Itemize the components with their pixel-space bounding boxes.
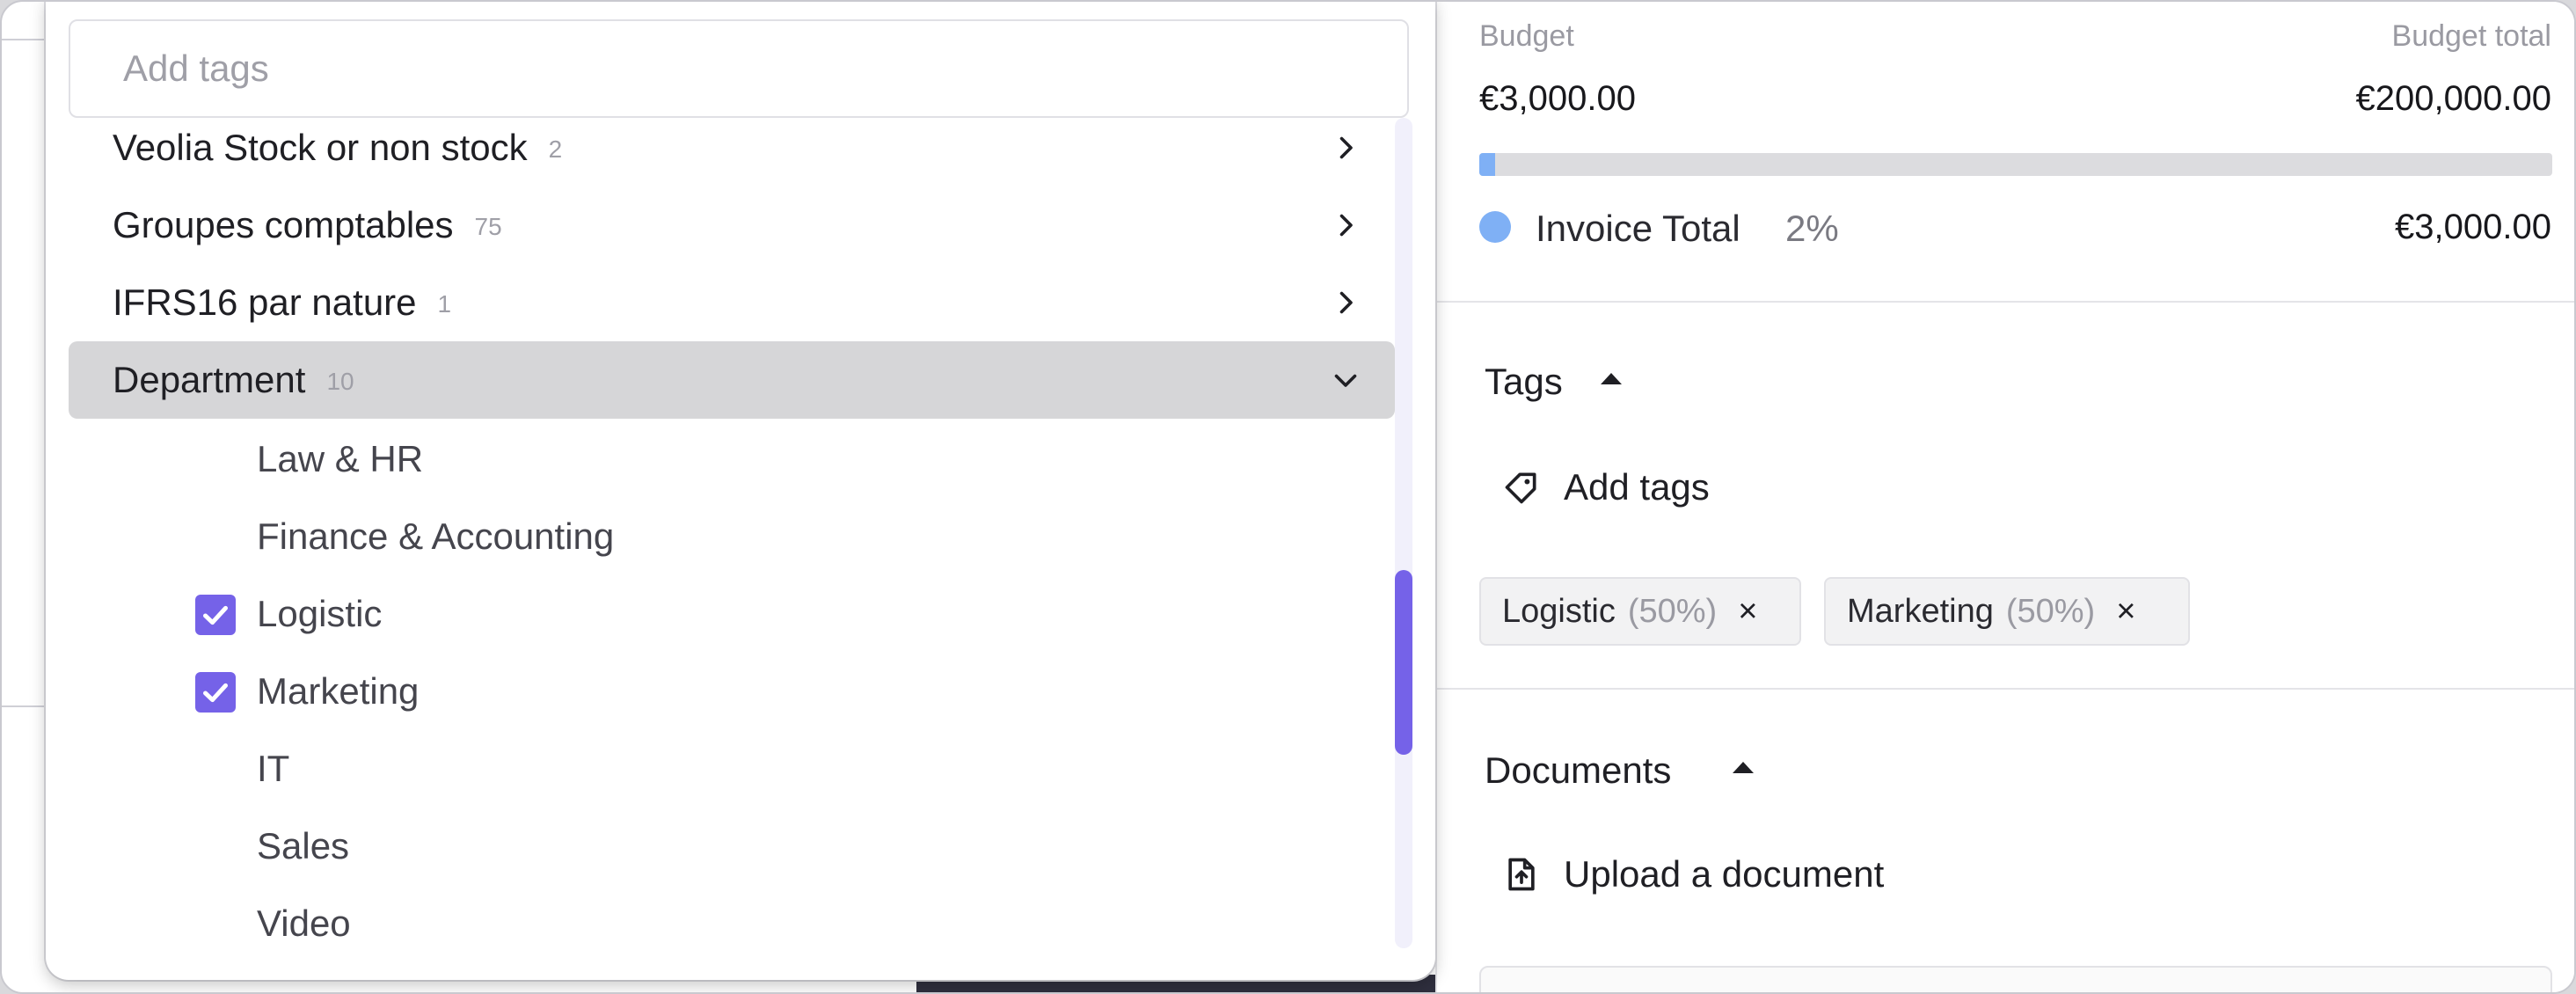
- document-card[interactable]: [1479, 966, 2552, 992]
- tag-option-label: IT: [257, 748, 290, 789]
- tag-chip-name: Logistic: [1502, 592, 1616, 630]
- tag-category-count: 10: [326, 368, 354, 395]
- tag-chip-name: Marketing: [1847, 592, 1994, 630]
- tag-option-finance-accounting[interactable]: Finance & Accounting: [69, 500, 1395, 574]
- tag-category-veolia-stock[interactable]: Veolia Stock or non stock 2: [69, 109, 1395, 186]
- app-window: Budget Budget total €3,000.00 €200,000.0…: [0, 0, 2576, 994]
- tag-option-it[interactable]: IT: [69, 732, 1395, 806]
- tag-option-marketing[interactable]: Marketing: [69, 654, 1395, 728]
- tag-chip-logistic: Logistic (50%) ×: [1479, 577, 1801, 646]
- tag-category-count: 1: [437, 290, 452, 318]
- invoice-total-amount: €3,000.00: [2395, 208, 2551, 246]
- add-tags-button[interactable]: Add tags: [1502, 463, 1710, 512]
- caret-up-icon: [1733, 762, 1754, 773]
- documents-section-header[interactable]: Documents: [1437, 742, 1877, 804]
- checkbox-checked-icon[interactable]: [195, 672, 236, 713]
- tag-category-label: Veolia Stock or non stock: [113, 127, 528, 168]
- tag-option-label: Finance & Accounting: [257, 515, 615, 557]
- tag-category-count: 2: [548, 135, 563, 163]
- documents-section-title: Documents: [1485, 749, 1672, 791]
- budget-total-value: €200,000.00: [2355, 79, 2551, 118]
- invoice-details-panel: Budget Budget total €3,000.00 €200,000.0…: [1435, 2, 2574, 992]
- tag-option-label: Video: [257, 903, 351, 944]
- add-tags-label: Add tags: [1564, 466, 1710, 508]
- remove-tag-icon[interactable]: ×: [1738, 595, 1757, 628]
- budget-total-label: Budget total: [2391, 19, 2551, 53]
- upload-document-button[interactable]: Upload a document: [1502, 850, 1884, 899]
- tag-option-sales[interactable]: Sales: [69, 809, 1395, 883]
- section-divider: [1437, 688, 2574, 690]
- budget-value: €3,000.00: [1479, 79, 1636, 118]
- chevron-right-icon: [1339, 214, 1353, 237]
- section-divider: [1437, 301, 2574, 303]
- dropdown-scrollbar[interactable]: [1395, 118, 1412, 948]
- dropdown-scrollbar-thumb[interactable]: [1395, 569, 1412, 755]
- tag-picker-dropdown: Veolia Stock or non stock 2 Groupes comp…: [46, 2, 1435, 980]
- budget-progress-bar: [1479, 153, 2552, 176]
- tag-option-video[interactable]: Video: [69, 887, 1395, 961]
- tag-option-label: Marketing: [257, 670, 420, 712]
- upload-document-label: Upload a document: [1564, 853, 1885, 895]
- chevron-right-icon: [1339, 136, 1353, 159]
- chevron-down-icon: [1334, 374, 1357, 387]
- tag-category-label: Groupes comptables: [113, 204, 454, 245]
- tag-chip-share: (50%): [2005, 592, 2096, 630]
- tag-search-input[interactable]: [69, 19, 1409, 118]
- invoice-total-label: Invoice Total: [1536, 208, 1740, 249]
- tags-section-header[interactable]: Tags: [1437, 354, 1789, 415]
- remove-tag-icon[interactable]: ×: [2116, 595, 2135, 628]
- checkbox-checked-icon[interactable]: [195, 595, 236, 635]
- chevron-right-icon: [1339, 291, 1353, 314]
- budget-label: Budget: [1479, 19, 1574, 53]
- invoice-total-percent: 2%: [1785, 208, 1839, 249]
- upload-file-icon: [1508, 858, 1535, 891]
- invoice-total-legend-dot: [1479, 211, 1511, 243]
- caret-up-icon: [1601, 373, 1622, 384]
- tag-category-label: Department: [113, 359, 306, 400]
- tag-category-label: IFRS16 par nature: [113, 281, 417, 323]
- tags-section-title: Tags: [1485, 361, 1563, 402]
- tag-category-count: 75: [474, 213, 502, 240]
- tag-option-label: Law & HR: [257, 438, 424, 479]
- tag-category-department[interactable]: Department 10: [69, 341, 1395, 419]
- tag-option-logistic[interactable]: Logistic: [69, 577, 1395, 651]
- tag-category-ifrs16[interactable]: IFRS16 par nature 1: [69, 264, 1395, 341]
- tag-option-law-hr[interactable]: Law & HR: [69, 422, 1395, 496]
- tag-option-label: Logistic: [257, 593, 383, 634]
- tag-chip-marketing: Marketing (50%) ×: [1824, 577, 2190, 646]
- tag-option-label: Sales: [257, 825, 350, 866]
- tag-icon: [1505, 472, 1536, 504]
- tag-chip-share: (50%): [1627, 592, 1718, 630]
- budget-progress-fill: [1479, 153, 1496, 176]
- tag-category-groupes-comptables[interactable]: Groupes comptables 75: [69, 186, 1395, 264]
